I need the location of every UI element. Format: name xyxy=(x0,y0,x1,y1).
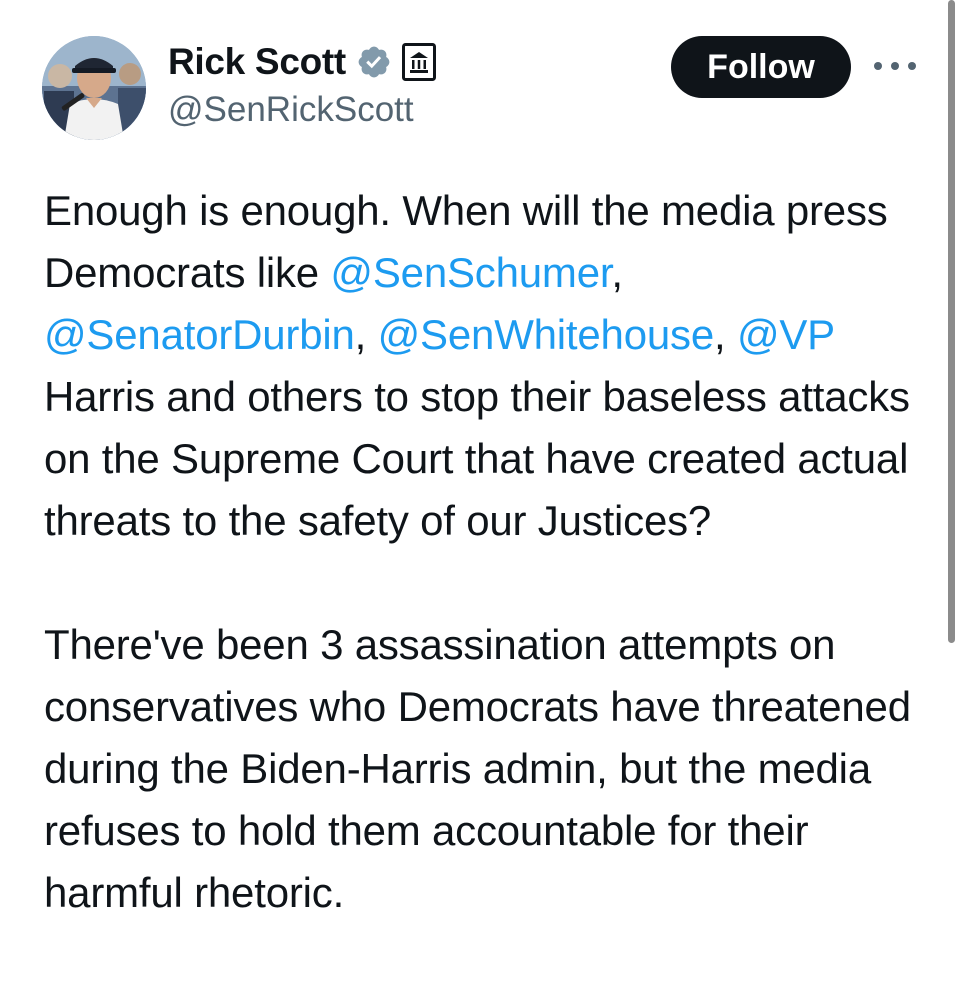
tweet-paragraph-1: Enough is enough. When will the media pr… xyxy=(44,180,924,552)
tweet-text-segment: Harris and others to stop their baseless… xyxy=(44,373,910,544)
government-building-icon[interactable] xyxy=(401,43,436,81)
tweet-paragraph-2: There've been 3 assassination attempts o… xyxy=(44,621,911,916)
scrollbar[interactable] xyxy=(948,0,955,643)
author-handle[interactable]: @SenRickScott xyxy=(168,90,414,130)
dot-icon xyxy=(874,62,882,70)
mention-link-vp[interactable]: @VP xyxy=(737,311,835,358)
avatar-photo xyxy=(42,36,146,140)
tweet-text: Enough is enough. When will the media pr… xyxy=(44,180,924,924)
avatar[interactable] xyxy=(42,36,146,140)
author-name-row: Rick Scott xyxy=(168,38,436,86)
more-options-icon[interactable] xyxy=(874,54,916,78)
dot-icon xyxy=(908,62,916,70)
author-display-name[interactable]: Rick Scott xyxy=(168,41,346,83)
verified-badge-icon[interactable] xyxy=(356,44,392,80)
follow-button[interactable]: Follow xyxy=(671,36,851,98)
tweet-text-segment: , xyxy=(611,249,623,296)
tweet-header: Rick Scott @SenRickScott Follow xyxy=(0,0,963,150)
mention-link-senschumer[interactable]: @SenSchumer xyxy=(330,249,611,296)
dot-icon xyxy=(891,62,899,70)
mention-link-senatordurbin[interactable]: @SenatorDurbin xyxy=(44,311,355,358)
mention-link-senwhitehouse[interactable]: @SenWhitehouse xyxy=(378,311,715,358)
tweet-text-segment: , xyxy=(354,311,378,358)
tweet-text-segment: , xyxy=(713,311,737,358)
